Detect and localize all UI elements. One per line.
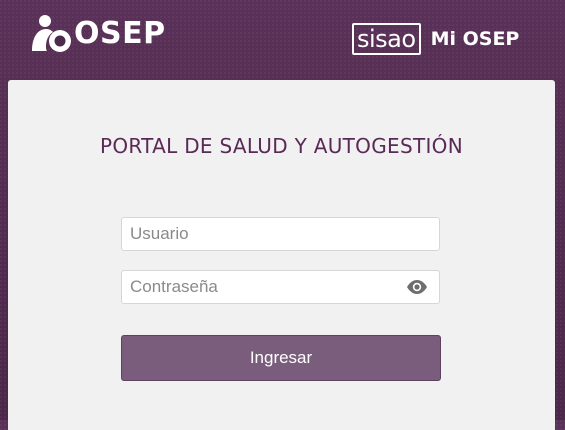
brand-right: sisao Mi OSEP [352, 23, 519, 55]
login-card: PORTAL DE SALUD Y AUTOGESTIÓN Ingresar [8, 80, 555, 430]
eye-icon[interactable] [406, 279, 428, 295]
osep-logo[interactable]: OSEP [30, 14, 166, 54]
username-field[interactable] [121, 217, 440, 251]
page-title: PORTAL DE SALUD Y AUTOGESTIÓN [100, 134, 463, 158]
login-button[interactable]: Ingresar [121, 335, 441, 381]
username-input[interactable] [122, 218, 400, 250]
password-field[interactable] [121, 270, 440, 304]
sisao-logo[interactable]: sisao [352, 23, 421, 55]
logo-text: OSEP [74, 16, 166, 51]
password-input[interactable] [122, 271, 400, 303]
osep-person-icon [32, 15, 71, 52]
header: OSEP sisao Mi OSEP [0, 0, 565, 80]
mi-osep-label: Mi OSEP [430, 28, 520, 50]
